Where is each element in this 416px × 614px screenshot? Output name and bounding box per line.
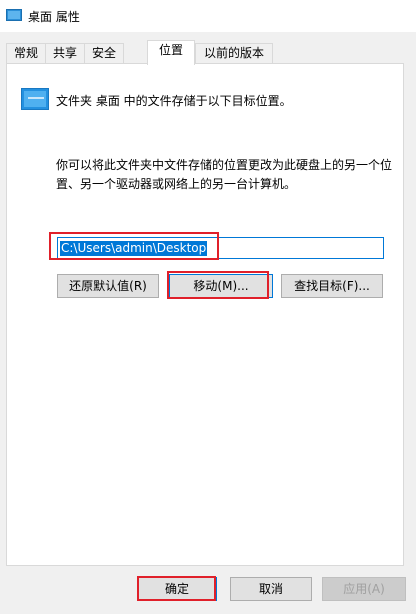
tab-previous-versions[interactable]: 以前的版本	[195, 43, 273, 63]
location-intro-text: 文件夹 桌面 中的文件存储于以下目标位置。	[56, 94, 292, 108]
location-description: 你可以将此文件夹中文件存储的位置更改为此硬盘上的另一个位置、另一个驱动器或网络上…	[56, 158, 393, 191]
title-bar: 桌面 属性	[0, 0, 416, 32]
tab-location[interactable]: 位置	[147, 40, 195, 65]
restore-default-button[interactable]: 还原默认值(R)	[57, 274, 159, 298]
apply-button[interactable]: 应用(A)	[322, 577, 406, 601]
desktop-folder-icon	[21, 88, 49, 110]
move-button[interactable]: 移动(M)...	[169, 274, 273, 298]
tab-security[interactable]: 安全	[84, 43, 124, 63]
tab-sharing[interactable]: 共享	[45, 43, 85, 63]
ok-button[interactable]: 确定	[137, 577, 217, 601]
find-target-button[interactable]: 查找目标(F)...	[281, 274, 383, 298]
window-title: 桌面 属性	[28, 10, 80, 24]
location-path-input[interactable]: C:\Users\admin\Desktop	[57, 237, 384, 259]
location-panel: 文件夹 桌面 中的文件存储于以下目标位置。 你可以将此文件夹中文件存储的位置更改…	[6, 63, 404, 566]
location-path-value: C:\Users\admin\Desktop	[60, 241, 208, 256]
desktop-folder-icon	[6, 9, 22, 21]
cancel-button[interactable]: 取消	[230, 577, 312, 601]
tab-general[interactable]: 常规	[6, 43, 46, 63]
